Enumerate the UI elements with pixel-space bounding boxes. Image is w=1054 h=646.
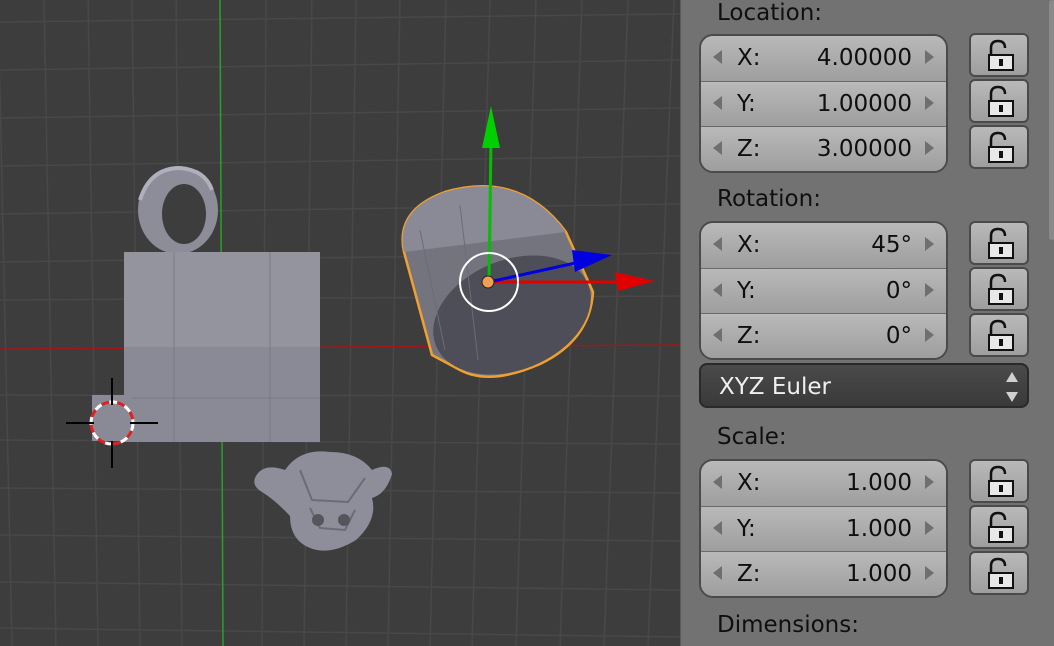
rotation-x-value: 45° — [871, 232, 912, 258]
scale-z-value: 1.000 — [846, 561, 912, 587]
increment-arrow-icon[interactable] — [925, 141, 934, 155]
scale-x-value: 1.000 — [846, 470, 912, 496]
location-z-field[interactable]: Z: 3.00000 — [701, 126, 946, 171]
scale-y-field[interactable]: Y: 1.000 — [701, 506, 946, 551]
lock-location-y-button[interactable] — [969, 79, 1029, 123]
panel-scrollbar[interactable] — [1049, 0, 1054, 240]
axis-label: Z: — [737, 323, 761, 349]
lock-open-icon — [988, 511, 1014, 543]
axis-label: Y: — [737, 278, 756, 304]
decrement-arrow-icon[interactable] — [713, 566, 722, 580]
cube-object[interactable] — [92, 252, 320, 442]
rotation-y-value: 0° — [885, 278, 912, 304]
lock-open-icon — [988, 557, 1014, 589]
axis-label: X: — [737, 45, 761, 71]
world-x-axis — [0, 344, 680, 350]
dimensions-label: Dimensions: — [717, 612, 859, 638]
lock-rotation-y-button[interactable] — [969, 267, 1029, 311]
scale-z-field[interactable]: Z: 1.000 — [701, 551, 946, 596]
rotation-z-value: 0° — [885, 323, 912, 349]
scale-x-field[interactable]: X: 1.000 — [701, 461, 946, 506]
decrement-arrow-icon[interactable] — [713, 283, 722, 297]
axis-label: Y: — [737, 516, 756, 542]
y-arrow-handle[interactable] — [482, 106, 500, 148]
lock-rotation-z-button[interactable] — [969, 313, 1029, 357]
rotation-locks — [969, 221, 1029, 359]
increment-arrow-icon[interactable] — [925, 566, 934, 580]
decrement-arrow-icon[interactable] — [713, 237, 722, 251]
increment-arrow-icon[interactable] — [925, 237, 934, 251]
3d-viewport[interactable] — [0, 0, 680, 646]
axis-label: Y: — [737, 91, 756, 117]
decrement-arrow-icon[interactable] — [713, 141, 722, 155]
lock-open-icon — [988, 131, 1014, 163]
rotation-mode-select[interactable]: XYZ Euler — [699, 363, 1029, 408]
rotation-z-field[interactable]: Z: 0° — [701, 313, 946, 358]
up-down-arrows-icon — [1006, 372, 1018, 402]
transform-panel: Location: X: 4.00000 Y: 1.00000 Z: 3.000… — [680, 0, 1054, 646]
lock-scale-x-button[interactable] — [969, 459, 1029, 503]
decrement-arrow-icon[interactable] — [713, 521, 722, 535]
cylinder-object[interactable] — [401, 185, 609, 396]
scale-fields: X: 1.000 Y: 1.000 Z: 1.000 — [699, 459, 948, 598]
lock-open-icon — [988, 319, 1014, 351]
increment-arrow-icon[interactable] — [925, 521, 934, 535]
axis-label: Z: — [737, 561, 761, 587]
lock-location-z-button[interactable] — [969, 125, 1029, 169]
axis-label: X: — [737, 470, 761, 496]
viewport-canvas[interactable] — [0, 0, 680, 646]
monkey-object[interactable] — [254, 451, 392, 551]
rotation-fields: X: 45° Y: 0° Z: 0° — [699, 221, 948, 360]
location-locks — [969, 33, 1029, 171]
scale-y-value: 1.000 — [846, 516, 912, 542]
location-x-field[interactable]: X: 4.00000 — [701, 36, 946, 81]
lock-open-icon — [988, 465, 1014, 497]
axis-label: X: — [737, 232, 761, 258]
rotation-y-field[interactable]: Y: 0° — [701, 268, 946, 313]
rotation-label: Rotation: — [717, 186, 821, 212]
location-fields: X: 4.00000 Y: 1.00000 Z: 3.00000 — [699, 34, 948, 173]
decrement-arrow-icon[interactable] — [713, 96, 722, 110]
lock-open-icon — [988, 273, 1014, 305]
lock-open-icon — [988, 85, 1014, 117]
rotation-x-field[interactable]: X: 45° — [701, 223, 946, 268]
decrement-arrow-icon[interactable] — [713, 50, 722, 64]
location-z-value: 3.00000 — [816, 136, 912, 162]
lock-open-icon — [988, 39, 1014, 71]
location-label: Location: — [717, 0, 823, 26]
decrement-arrow-icon[interactable] — [713, 328, 722, 342]
lock-location-x-button[interactable] — [969, 33, 1029, 77]
increment-arrow-icon[interactable] — [925, 475, 934, 489]
torus-object[interactable] — [138, 165, 218, 254]
increment-arrow-icon[interactable] — [925, 50, 934, 64]
scale-locks — [969, 459, 1029, 597]
location-y-field[interactable]: Y: 1.00000 — [701, 81, 946, 126]
lock-scale-y-button[interactable] — [969, 505, 1029, 549]
lock-open-icon — [988, 227, 1014, 259]
lock-scale-z-button[interactable] — [969, 551, 1029, 595]
rotation-mode-value: XYZ Euler — [719, 374, 831, 400]
increment-arrow-icon[interactable] — [925, 328, 934, 342]
lock-rotation-x-button[interactable] — [969, 221, 1029, 265]
increment-arrow-icon[interactable] — [925, 283, 934, 297]
axis-label: Z: — [737, 136, 761, 162]
x-arrow-handle[interactable] — [615, 272, 655, 291]
increment-arrow-icon[interactable] — [925, 96, 934, 110]
scale-label: Scale: — [717, 424, 787, 450]
decrement-arrow-icon[interactable] — [713, 475, 722, 489]
location-x-value: 4.00000 — [816, 45, 912, 71]
location-y-value: 1.00000 — [816, 91, 912, 117]
